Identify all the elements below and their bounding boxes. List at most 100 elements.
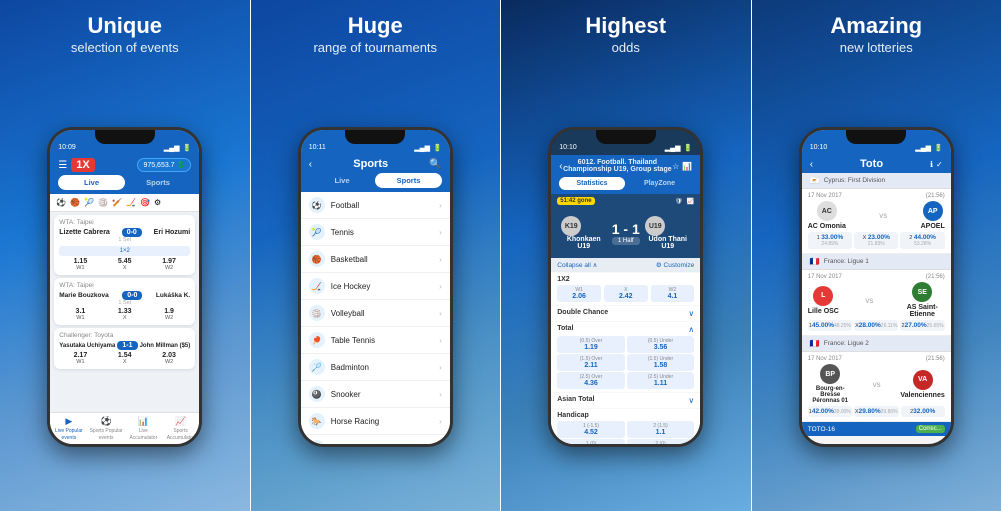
phone1-header: ☰ 1X 975,653.7 💲	[50, 155, 199, 175]
handicap-1-15[interactable]: 1 (-1.5)4.52	[557, 421, 625, 438]
total-expand[interactable]: ∧	[688, 325, 694, 334]
toto3-odd-1[interactable]: 142.00%39.00%	[808, 406, 852, 417]
live-icon: ▶	[51, 416, 86, 428]
match1-odd-1x2[interactable]: 1×2	[59, 246, 190, 256]
sport-icehockey[interactable]: 🏒 Ice Hockey ›	[301, 273, 450, 300]
tab-sports[interactable]: Sports	[125, 175, 192, 190]
search-icon[interactable]: 🔍	[429, 159, 441, 170]
handicap-2-15[interactable]: 2 (1.5)1.1	[627, 421, 695, 438]
toto-match-1: 17 Nov 2017 (21:56) AC AC Omonia vs AP	[802, 189, 951, 254]
phone2-battery: 🔋	[433, 144, 442, 152]
cricket-icon: 🏏	[112, 198, 122, 207]
event-title: 6012. Football. Thailand Championship U1…	[563, 159, 673, 173]
collapse-all-btn[interactable]: Collapse all ∧	[557, 261, 597, 269]
double-chance-expand[interactable]: ∨	[688, 309, 694, 318]
panel2-phone: 10:11 ▂▄▆ 🔋 ‹ Sports 🔍 Live Sports	[298, 127, 453, 447]
phone2-status-icons: ▂▄▆ 🔋	[414, 144, 441, 152]
back-icon[interactable]: ‹	[309, 159, 312, 170]
sport-bandy[interactable]: 🏑 Bandy ›	[301, 435, 450, 444]
bottom-tab-sports-acc[interactable]: 📈Sports Accumulator	[162, 413, 199, 444]
toto-team3: L Lille OSC	[808, 286, 839, 315]
apoel-logo: AP	[923, 201, 943, 221]
sport-tabletennis[interactable]: 🏓 Table Tennis ›	[301, 327, 450, 354]
toto2-odd-x[interactable]: X28.00%26.11%	[854, 320, 898, 331]
toto3-odd-x[interactable]: X29.80%29.80%	[854, 406, 899, 417]
phone3-signal: ▂▄▆	[665, 144, 681, 152]
bottom-tab-live[interactable]: ▶Live Popular events	[50, 413, 87, 444]
toto-match3-header: 17 Nov 2017 (21:56)	[808, 356, 945, 362]
handicap-2-0[interactable]: 2 (0)2.63	[627, 439, 695, 444]
tab-live[interactable]: Live	[58, 175, 125, 190]
tab-playzone[interactable]: PlayZone	[627, 177, 693, 190]
total-05-over[interactable]: (0.5) Over1.19	[557, 336, 625, 353]
phone3-event-header: ‹ 6012. Football. Thailand Championship …	[551, 155, 700, 177]
snooker-sport-icon: 🎱	[309, 386, 325, 402]
panel3-subtitle: odds	[585, 40, 666, 55]
sport-volleyball[interactable]: 🏐 Volleyball ›	[301, 300, 450, 327]
sport-basketball[interactable]: 🏀 Basketball ›	[301, 246, 450, 273]
sport-basketball-left: 🏀 Basketball	[309, 251, 368, 267]
star-icon[interactable]: ☆	[672, 162, 679, 171]
bottom-tab-sports[interactable]: ⚽Sports Popular events	[88, 413, 125, 444]
odd-x[interactable]: X 2.42	[604, 285, 648, 302]
total-15-under[interactable]: (1.5) Under1.58	[627, 354, 695, 371]
bottom-tab-live-acc[interactable]: 📊Live Accumulator	[125, 413, 162, 444]
hamburger-icon: ☰	[58, 160, 67, 171]
odd-w1[interactable]: W1 2.06	[557, 285, 601, 302]
asian-total-expand[interactable]: ∨	[688, 396, 694, 405]
panel1-phone: 10:09 ▂▄▆ 🔋 ☰ 1X 975,653.7 💲	[47, 127, 202, 447]
total-25-over[interactable]: (2.5) Over4.36	[557, 372, 625, 389]
panel-unique: Unique selection of events 10:09 ▂▄▆ 🔋	[0, 0, 250, 511]
score-center: 1 - 1 1 Half	[612, 221, 640, 245]
toto-team1: AC AC Omonia	[808, 201, 846, 230]
toto2-odd-1[interactable]: 145.00%48.25%	[808, 320, 852, 331]
sport-horseracing[interactable]: 🐎 Horse Racing ›	[301, 408, 450, 435]
phone2-header: ‹ Sports 🔍	[301, 155, 450, 173]
handicap-1-0[interactable]: 1 (0)1.38	[557, 439, 625, 444]
market-double-chance: Double Chance ∨	[551, 306, 700, 321]
match1-odds-row: 1.15W1 5.45X 1.97W2	[59, 258, 190, 271]
tab-statistics[interactable]: Statistics	[559, 177, 625, 190]
stEtienne-logo: SE	[912, 282, 932, 302]
match2-x: 1.33X	[104, 308, 146, 321]
toto-team5: BP Bourg-en-Bresse Péronnas 01	[808, 364, 853, 404]
toto-odd-1[interactable]: 1 33.00% 24.89%	[808, 232, 852, 249]
sport-snooker[interactable]: 🎱 Snooker ›	[301, 381, 450, 408]
tab2-live[interactable]: Live	[309, 173, 376, 188]
toto3-odd-2[interactable]: 232.00%	[901, 406, 945, 417]
bandy-label: Bandy	[331, 444, 354, 445]
info-icon[interactable]: ℹ	[930, 160, 933, 169]
sport-icons-row: ⚽ 🏀 🎾 🏐 🏏 🏒 🎯 ⚙	[50, 194, 199, 212]
sport-football[interactable]: ⚽ Football ›	[301, 192, 450, 219]
phone1-screen: 10:09 ▂▄▆ 🔋 ☰ 1X 975,653.7 💲	[50, 130, 199, 444]
market-handicap: Handicap 1 (-1.5)4.52 2 (1.5)1.1	[551, 409, 700, 444]
total-05-under[interactable]: (0.5) Under3.56	[627, 336, 695, 353]
match1-odds: 1×2	[59, 246, 190, 256]
football-sport-icon: ⚽	[309, 197, 325, 213]
phone4-back-icon[interactable]: ‹	[810, 159, 813, 170]
toto-odd-x[interactable]: X 23.00% 21.83%	[854, 232, 898, 249]
sport-badminton[interactable]: 🏸 Badminton ›	[301, 354, 450, 381]
sport-tennis-left: 🎾 Tennis	[309, 224, 354, 240]
chart-icon[interactable]: 📊	[682, 162, 692, 171]
check-icon[interactable]: ✓	[936, 160, 943, 169]
toto-vs2: vs	[865, 296, 873, 305]
league-cyprus: 🇨🇾 Cyprus: First Division	[802, 173, 951, 189]
market-asian-total: Asian Total ∨	[551, 393, 700, 408]
odds-control-row: Collapse all ∧ ⚙ Customize	[551, 258, 700, 272]
toto2-odd-2[interactable]: 227.00%25.65%	[900, 320, 944, 331]
panel2-content: Huge range of tournaments 10:11 ▂▄▆ 🔋 ‹	[251, 0, 501, 511]
market-total-label: Total	[557, 325, 573, 332]
total-15-over[interactable]: (1.5) Over2.11	[557, 354, 625, 371]
phone3-notch	[596, 130, 656, 144]
tab2-sports[interactable]: Sports	[375, 173, 442, 188]
snooker-chevron: ›	[439, 390, 442, 399]
odd-w2[interactable]: W2 4.1	[651, 285, 695, 302]
total-25-under[interactable]: (2.5) Under1.11	[627, 372, 695, 389]
shield-icon: 🛡	[675, 198, 683, 205]
customize-btn[interactable]: ⚙ Customize	[656, 261, 694, 269]
toto-odd-2[interactable]: 2 44.00% 53.28%	[900, 232, 944, 249]
phone4-battery: 🔋	[934, 144, 943, 152]
toto-match-2: 17 Nov 2017 (21:56) L Lille OSC vs SE	[802, 270, 951, 336]
sport-tennis[interactable]: 🎾 Tennis ›	[301, 219, 450, 246]
